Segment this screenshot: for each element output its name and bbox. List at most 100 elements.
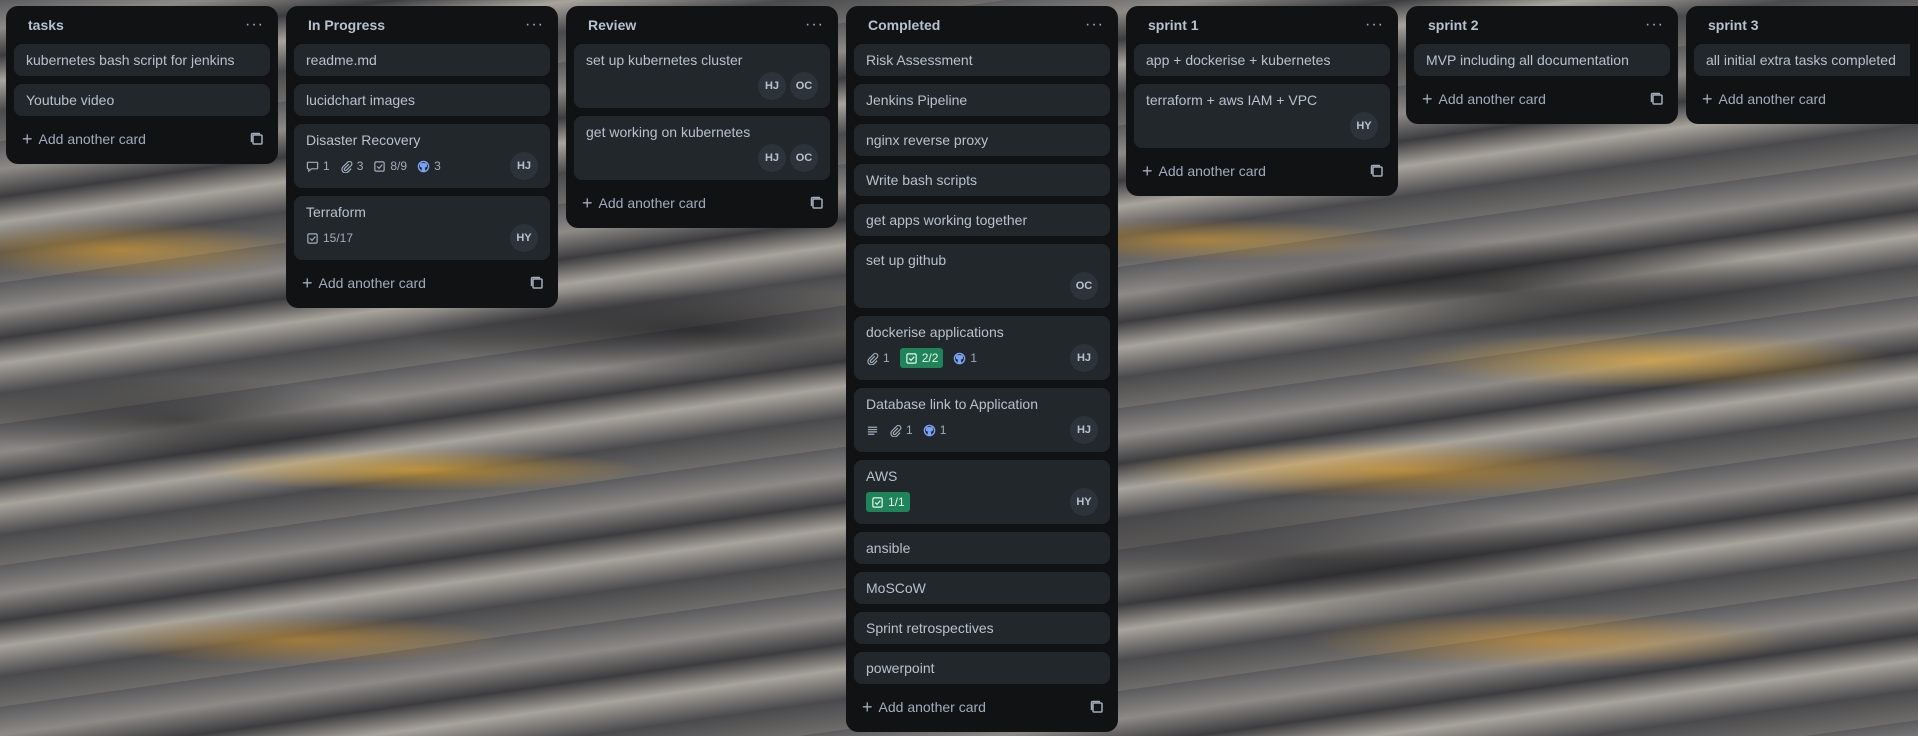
list-title: sprint 2 [1428,17,1479,33]
checklist-badge: 15/17 [306,231,353,245]
avatar[interactable]: HJ [758,72,786,100]
card-title: nginx reverse proxy [866,132,989,148]
list-title: sprint 1 [1148,17,1199,33]
card-title: set up github [866,252,947,268]
card-template-icon[interactable] [1370,164,1384,178]
add-card-button[interactable]: + Add another card [22,129,146,149]
card[interactable]: Disaster Recovery 1 3 8/9 3 HJ [294,124,550,188]
card-template-icon[interactable] [1650,92,1664,106]
card[interactable]: Youtube video [14,84,270,116]
card-template-icon[interactable] [1090,700,1104,714]
list-sprint-2: sprint 2 ··· MVP including all documenta… [1406,6,1678,124]
avatar[interactable]: HY [1350,112,1378,140]
card-title: Terraform [306,204,366,220]
paperclip-icon [341,160,353,173]
card-template-icon[interactable] [810,196,824,210]
card[interactable]: nginx reverse proxy [854,124,1110,156]
attachments-count: 1 [906,423,913,437]
card-title: terraform + aws IAM + VPC [1146,92,1318,108]
card-title: Sprint retrospectives [866,620,994,636]
card[interactable]: powerpoint [854,652,1110,684]
card[interactable]: readme.md [294,44,550,76]
card-title: Risk Assessment [866,52,973,68]
avatar[interactable]: HJ [1070,344,1098,372]
checklist-icon [872,496,883,508]
avatar[interactable]: HJ [1070,416,1098,444]
comment-icon [306,161,319,172]
paperclip-icon [867,352,879,365]
card[interactable]: set up kubernetes cluster HJ OC [574,44,830,108]
card-title: Disaster Recovery [306,132,421,148]
card[interactable]: app + dockerise + kubernetes [1134,44,1390,76]
list-sprint-1: sprint 1 ··· app + dockerise + kubernete… [1126,6,1398,196]
card[interactable]: Write bash scripts [854,164,1110,196]
board: tasks ··· kubernetes bash script for jen… [0,0,1918,736]
card-template-icon[interactable] [530,276,544,290]
card[interactable]: all initial extra tasks completed [1694,44,1910,76]
list-menu-icon[interactable]: ··· [805,16,824,34]
avatar[interactable]: OC [790,72,818,100]
avatar[interactable]: OC [1070,272,1098,300]
avatar[interactable]: OC [790,144,818,172]
card-title: kubernetes bash script for jenkins [26,52,235,68]
list-menu-icon[interactable]: ··· [525,16,544,34]
list-menu-icon[interactable]: ··· [1085,16,1104,34]
avatar[interactable]: HJ [758,144,786,172]
add-card-button[interactable]: + Add another card [1422,90,1546,108]
add-card-button[interactable]: + Add another card [1142,162,1266,180]
plus-icon: + [22,129,33,149]
card[interactable]: kubernetes bash script for jenkins [14,44,270,76]
checklist-count: 2/2 [921,351,939,365]
list-header: sprint 3 [1694,6,1910,44]
add-card-label: Add another card [1158,163,1266,179]
card[interactable]: lucidchart images [294,84,550,116]
card[interactable]: Risk Assessment [854,44,1110,76]
add-card-button[interactable]: + Add another card [582,194,706,212]
list-header: Review ··· [574,6,830,44]
avatar[interactable]: HY [1070,488,1098,516]
card[interactable]: dockerise applications 1 2/2 1 HJ [854,316,1110,380]
list-tasks: tasks ··· kubernetes bash script for jen… [6,6,278,164]
list-title: tasks [28,17,64,33]
add-card-button[interactable]: + Add another card [1702,90,1826,108]
github-count: 1 [939,423,947,437]
card-title: Database link to Application [866,396,1038,412]
add-card-button[interactable]: + Add another card [862,698,986,716]
card[interactable]: Terraform 15/17 HY [294,196,550,260]
checklist-count: 15/17 [323,231,354,245]
checklist-icon [905,352,917,364]
github-icon [954,352,966,364]
card-template-icon[interactable] [250,132,264,146]
card[interactable]: get apps working together [854,204,1110,236]
paperclip-icon [890,424,902,437]
checklist-icon [374,160,386,172]
card[interactable]: ansible [854,532,1110,564]
avatar[interactable]: HY [510,224,538,252]
card[interactable]: Database link to Application 1 1 HJ [854,388,1110,452]
description-icon [867,426,878,435]
avatar[interactable]: HJ [510,152,538,180]
card[interactable]: set up github OC [854,244,1110,308]
add-card-label: Add another card [878,699,986,715]
card[interactable]: AWS 1/1 HY [854,460,1110,524]
card[interactable]: Sprint retrospectives [854,612,1110,644]
card[interactable]: Jenkins Pipeline [854,84,1110,116]
github-badge: 1 [923,423,947,437]
attachments-count: 1 [883,351,890,365]
card[interactable]: MVP including all documentation [1414,44,1670,76]
card[interactable]: get working on kubernetes HJ OC [574,116,830,180]
card[interactable]: terraform + aws IAM + VPC HY [1134,84,1390,148]
list-menu-icon[interactable]: ··· [1365,16,1384,34]
add-card-label: Add another card [1718,91,1826,107]
list-menu-icon[interactable]: ··· [245,16,264,34]
list-title: Completed [868,17,941,33]
card[interactable]: MoSCoW [854,572,1110,604]
add-card-button[interactable]: + Add another card [302,274,426,292]
card-title: lucidchart images [306,92,415,108]
card-title: get apps working together [866,212,1028,228]
github-badge: 3 [417,159,441,173]
attachments-count: 3 [356,159,364,173]
card-title: all initial extra tasks completed [1706,52,1896,68]
list-header: In Progress ··· [294,6,550,44]
list-menu-icon[interactable]: ··· [1645,16,1664,34]
